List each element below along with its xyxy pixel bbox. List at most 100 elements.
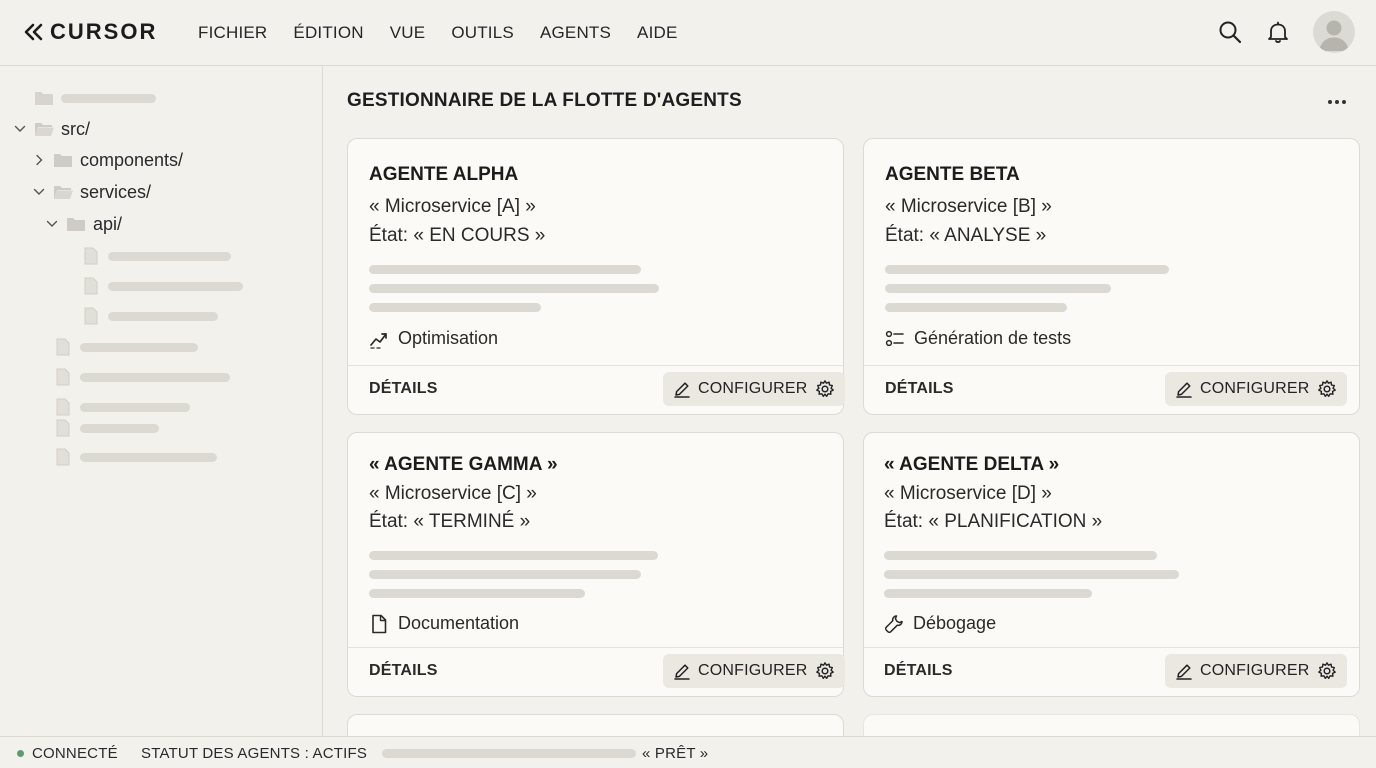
agent-card-delta: « AGENTE DELTA » « Microservice [D] » Ét… [863,432,1360,697]
configure-button[interactable]: CONFIGURER [1165,654,1347,688]
pencil-icon [1176,382,1192,398]
page-title: GESTIONNAIRE DE LA FLOTTE D'AGENTS [347,90,742,111]
configure-button[interactable]: CONFIGURER [663,372,845,406]
tree-item-file[interactable] [84,274,243,298]
placeholder-bar [108,251,231,261]
gear-icon [1317,380,1336,397]
agent-service: « Microservice [A] » [369,196,536,217]
status-dot-icon [17,750,24,757]
card-footer: DÉTAILS CONFIGURER [864,365,1359,414]
details-button[interactable]: DÉTAILS [884,662,953,680]
placeholder-bar [108,281,243,291]
agent-task: Documentation [369,613,519,634]
agent-service: « Microservice [C] » [369,483,537,504]
wrench-icon [884,614,903,633]
agent-state: État: « EN COURS » [369,225,546,246]
pencil-icon [1176,664,1192,680]
tree-item-file[interactable] [56,365,230,389]
details-button[interactable]: DÉTAILS [885,380,954,398]
placeholder-bar [369,570,641,579]
placeholder-bar [369,551,658,560]
menu-outils[interactable]: OUTILS [451,23,514,43]
card-footer: DÉTAILS CONFIGURER [348,647,845,696]
tree-item-api[interactable]: api/ [46,212,122,236]
menu-fichier[interactable]: FICHIER [198,23,267,43]
agent-card-alpha: AGENTE ALPHA « Microservice [A] » État: … [347,138,845,415]
tree-item-src[interactable]: src/ [14,117,90,141]
agent-state: État: « TERMINÉ » [369,511,531,532]
agent-service: « Microservice [D] » [884,483,1052,504]
tree-item-file[interactable] [56,335,198,359]
agent-task: Optimisation [369,328,498,349]
tree-item-file[interactable] [84,244,231,268]
agent-name: AGENTE BETA [885,164,1020,185]
file-icon [56,368,70,386]
chevron-down-icon [14,125,26,132]
file-icon [84,307,98,325]
placeholder-bar [61,93,156,103]
agent-task-label: Documentation [398,613,520,633]
app-logo[interactable]: CURSOR [24,18,157,46]
placeholder-bar [884,570,1179,579]
bell-icon[interactable] [1266,20,1290,44]
agent-state: État: « PLANIFICATION » [884,511,1103,532]
placeholder-bar [369,303,541,312]
chevron-down-icon [33,188,45,195]
tree-label: services/ [80,181,152,202]
chevron-down-icon [46,220,58,227]
tree-label: src/ [61,118,90,139]
trending-up-icon [370,332,387,349]
document-icon [372,614,387,633]
tree-item-file[interactable] [56,445,217,469]
search-icon[interactable] [1218,20,1242,44]
folder-icon [67,218,85,231]
agent-service: « Microservice [B] » [885,196,1052,217]
tree-item-file[interactable] [84,304,218,328]
status-bar: CONNECTÉ STATUT DES AGENTS : ACTIFS « PR… [0,736,1376,768]
pencil-icon [674,382,690,398]
file-icon [56,398,70,416]
placeholder-bar [108,311,218,321]
agent-name: AGENTE ALPHA [369,164,519,185]
tree-item-folder[interactable] [34,86,156,110]
more-horizontal-icon[interactable] [1324,92,1350,112]
menu-agents[interactable]: AGENTS [540,23,611,43]
top-bar: CURSOR FICHIER ÉDITION VUE OUTILS AGENTS… [0,0,1376,66]
menu-aide[interactable]: AIDE [637,23,677,43]
file-icon [56,448,70,466]
menu-vue[interactable]: VUE [390,23,426,43]
configure-button[interactable]: CONFIGURER [663,654,845,688]
placeholder-bar [80,372,230,382]
agent-name: « AGENTE DELTA » [884,454,1060,475]
tree-item-file[interactable] [56,416,159,440]
avatar[interactable] [1313,11,1355,53]
gear-icon [815,662,834,679]
folder-icon [54,154,72,167]
placeholder-bar [369,589,585,598]
placeholder-bar [885,265,1169,274]
placeholder-bar [80,402,190,412]
placeholder-bar [369,265,641,274]
details-button[interactable]: DÉTAILS [369,662,438,680]
agent-task: Génération de tests [885,328,1071,349]
card-footer: DÉTAILS CONFIGURER [348,365,845,414]
placeholder-bar [80,342,198,352]
double-chevron-left-icon [24,23,43,41]
configure-button[interactable]: CONFIGURER [1165,372,1347,406]
tree-item-components[interactable]: components/ [33,148,183,172]
agent-task: Débogage [884,613,996,634]
chevron-right-icon [36,154,43,166]
details-button[interactable]: DÉTAILS [369,380,438,398]
placeholder-bar [80,452,217,462]
pencil-icon [674,664,690,680]
placeholder-bar [884,589,1092,598]
agent-state: État: « ANALYSE » [885,225,1047,246]
agent-task-label: Débogage [913,613,997,633]
placeholder-bar [885,303,1067,312]
agent-task-label: Génération de tests [914,328,1072,348]
tree-item-services[interactable]: services/ [33,180,151,204]
connection-status: CONNECTÉ [32,745,118,762]
menu-edition[interactable]: ÉDITION [293,23,363,43]
placeholder-bar [369,284,659,293]
card-footer: DÉTAILS CONFIGURER [864,647,1359,696]
